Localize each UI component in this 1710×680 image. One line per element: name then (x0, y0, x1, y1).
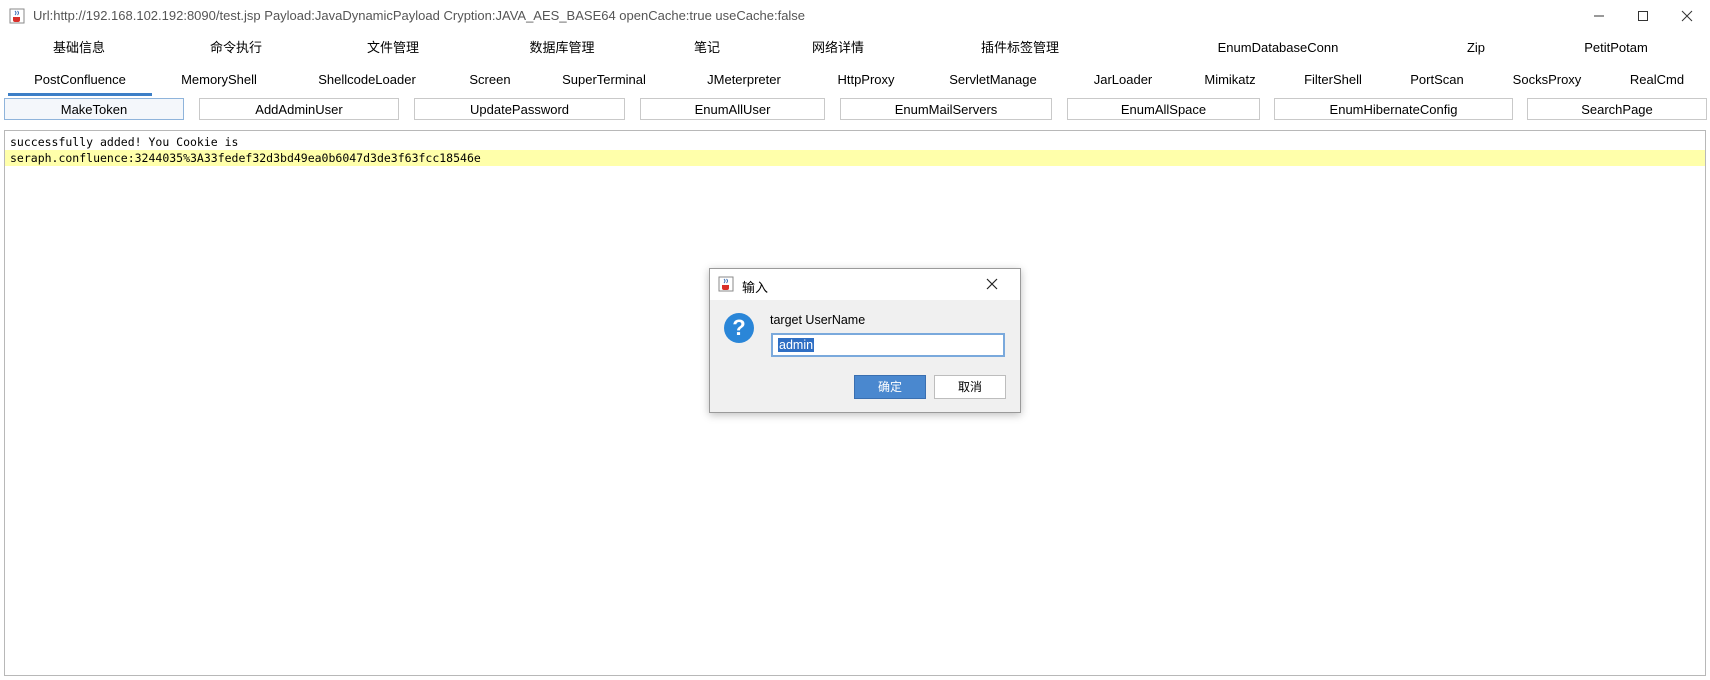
tab-mimikatz[interactable]: Mimikatz (1194, 64, 1266, 96)
username-input-value: admin (778, 338, 815, 352)
enum-hibernate-config-button[interactable]: EnumHibernateConfig (1274, 98, 1513, 120)
dialog-title-bar: 输入 (710, 269, 1020, 300)
tab-real-cmd[interactable]: RealCmd (1620, 64, 1694, 96)
maximize-button[interactable] (1620, 0, 1666, 32)
enum-all-space-button[interactable]: EnumAllSpace (1067, 98, 1260, 120)
dialog-title: 输入 (742, 281, 769, 296)
tab-row-1: 基础信息 命令执行 文件管理 数据库管理 笔记 网络详情 插件标签管理 Enum… (0, 32, 1710, 64)
input-dialog: 输入 ? target UserName admin 确定 取消 (709, 268, 1021, 413)
close-icon (986, 278, 998, 290)
tab-socks-proxy[interactable]: SocksProxy (1505, 64, 1589, 96)
tab-zip[interactable]: Zip (1446, 32, 1506, 64)
enum-mail-servers-button[interactable]: EnumMailServers (840, 98, 1052, 120)
tab-command-exec[interactable]: 命令执行 (191, 32, 281, 64)
tab-super-terminal[interactable]: SuperTerminal (554, 64, 654, 96)
tab-row-2: PostConfluence MemoryShell ShellcodeLoad… (0, 64, 1710, 96)
tab-database-manager[interactable]: 数据库管理 (512, 32, 612, 64)
action-button-row: MakeToken AddAdminUser UpdatePassword En… (0, 96, 1710, 124)
tab-jar-loader[interactable]: JarLoader (1083, 64, 1163, 96)
output-line-1: successfully added! You Cookie is (10, 135, 239, 149)
question-icon: ? (724, 313, 754, 343)
minimize-button[interactable] (1576, 0, 1622, 32)
tab-file-manager[interactable]: 文件管理 (348, 32, 438, 64)
tab-screen[interactable]: Screen (460, 64, 520, 96)
ok-button[interactable]: 确定 (854, 375, 926, 399)
java-cup-icon (718, 276, 734, 292)
tab-filter-shell[interactable]: FilterShell (1293, 64, 1373, 96)
tab-port-scan[interactable]: PortScan (1400, 64, 1474, 96)
tab-post-confluence[interactable]: PostConfluence (8, 64, 152, 96)
dialog-prompt-label: target UserName (770, 313, 866, 327)
username-input[interactable]: admin (771, 333, 1005, 357)
search-page-button[interactable]: SearchPage (1527, 98, 1707, 120)
make-token-button[interactable]: MakeToken (4, 98, 184, 120)
window-title: Url:http://192.168.102.192:8090/test.jsp… (33, 8, 806, 23)
enum-all-user-button[interactable]: EnumAllUser (640, 98, 825, 120)
cancel-button[interactable]: 取消 (934, 375, 1006, 399)
tab-petit-potam[interactable]: PetitPotam (1566, 32, 1666, 64)
update-password-button[interactable]: UpdatePassword (414, 98, 625, 120)
tab-memory-shell[interactable]: MemoryShell (169, 64, 269, 96)
tab-plugin-label-manager[interactable]: 插件标签管理 (970, 32, 1070, 64)
close-button[interactable] (1664, 0, 1710, 32)
dialog-close-button[interactable] (984, 276, 1000, 292)
tab-servlet-manage[interactable]: ServletManage (943, 64, 1043, 96)
tab-shellcode-loader[interactable]: ShellcodeLoader (312, 64, 422, 96)
output-line-2-cookie: seraph.confluence:3244035%3A33fedef32d3b… (5, 150, 1705, 166)
minimize-icon (1594, 15, 1604, 17)
tab-notes[interactable]: 笔记 (677, 32, 737, 64)
tab-http-proxy[interactable]: HttpProxy (826, 64, 906, 96)
java-cup-icon (9, 8, 25, 24)
tab-network-details[interactable]: 网络详情 (793, 32, 883, 64)
title-bar: Url:http://192.168.102.192:8090/test.jsp… (0, 0, 1710, 33)
close-icon (1681, 10, 1693, 22)
tab-jmeterpreter[interactable]: JMeterpreter (694, 64, 794, 96)
tab-enum-database-conn[interactable]: EnumDatabaseConn (1198, 32, 1358, 64)
maximize-icon (1638, 11, 1648, 21)
add-admin-user-button[interactable]: AddAdminUser (199, 98, 399, 120)
tab-basic-info[interactable]: 基础信息 (34, 32, 124, 64)
